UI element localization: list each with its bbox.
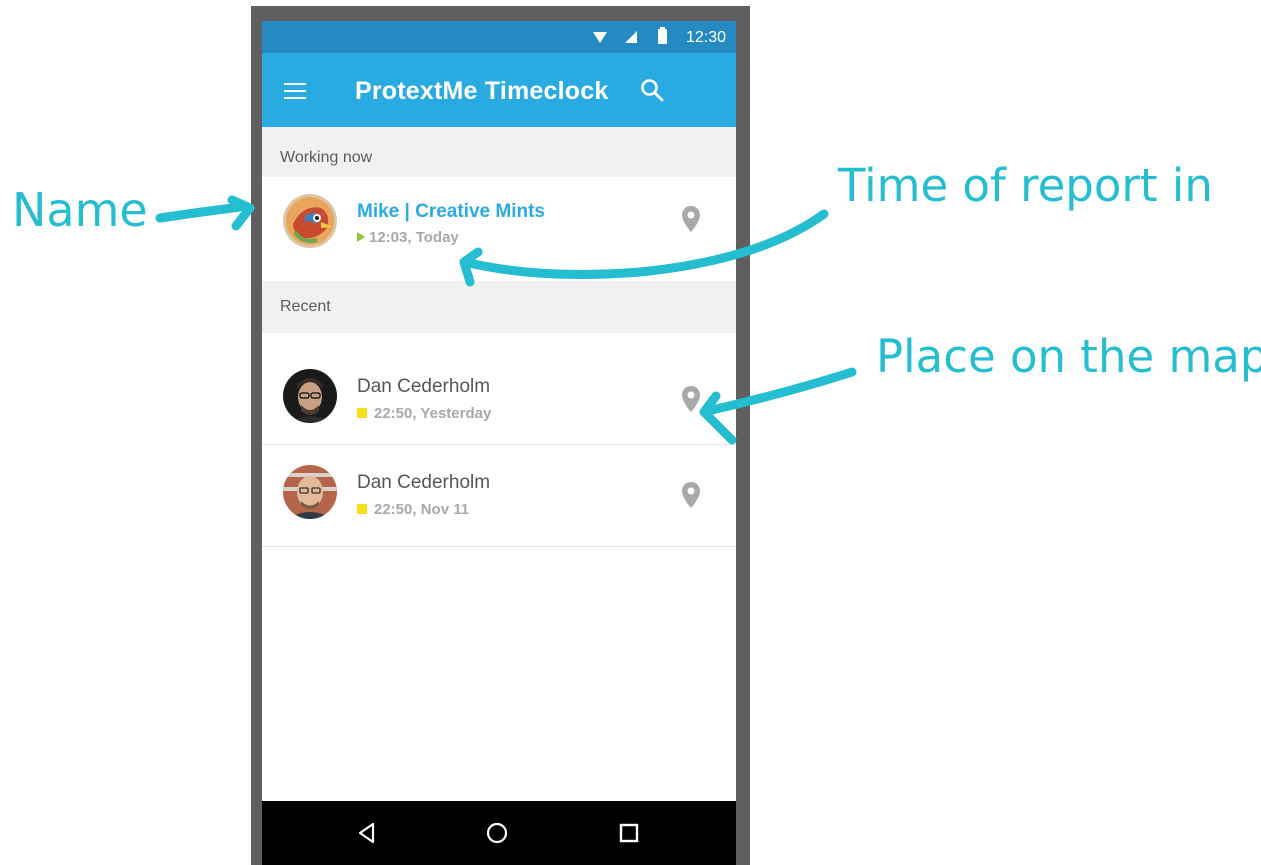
arrow-to-name — [155, 202, 245, 223]
section-title: Working now — [280, 149, 373, 166]
app-title: ProtextMe Timeclock — [355, 77, 609, 105]
list-item[interactable]: Dan Cederholm 22:50, Nov 11 — [262, 445, 736, 547]
search-icon[interactable] — [640, 78, 664, 102]
signal-icon — [625, 31, 637, 43]
list-item[interactable]: Mike | Creative Mints 12:03, Today — [262, 177, 736, 281]
back-icon[interactable] — [355, 821, 379, 845]
employee-name: Dan Cederholm — [357, 376, 491, 397]
recents-icon[interactable] — [617, 821, 641, 845]
annotation-place-on-map: Place on the map — [876, 330, 1261, 383]
phone-screen: 12:30 ProtextMe Timeclock Working now Mi… — [262, 21, 736, 865]
arrow-head-name — [227, 195, 255, 231]
section-header-working-now: Working now — [262, 127, 736, 177]
report-time: 12:03, Today — [369, 229, 459, 246]
avatar — [283, 465, 337, 519]
status-time: 12:30 — [685, 29, 726, 46]
list-item[interactable]: Dan Cederholm 22:50, Yesterday — [262, 333, 736, 445]
map-pin-icon[interactable] — [680, 481, 702, 509]
system-nav-bar — [262, 801, 736, 865]
home-icon[interactable] — [485, 821, 509, 845]
battery-icon — [658, 27, 667, 44]
map-pin-icon[interactable] — [680, 205, 702, 233]
status-bar: 12:30 — [262, 21, 736, 53]
report-time: 22:50, Nov 11 — [374, 501, 470, 518]
report-time: 22:50, Yesterday — [374, 405, 492, 422]
section-header-recent: Recent — [262, 281, 736, 333]
section-title: Recent — [280, 298, 331, 315]
wifi-icon — [593, 32, 607, 43]
avatar — [283, 369, 337, 423]
employee-name: Dan Cederholm — [357, 472, 491, 493]
app-bar: ProtextMe Timeclock — [262, 53, 736, 127]
avatar — [283, 194, 337, 248]
annotation-time-of-report: Time of report in — [838, 159, 1213, 212]
stop-icon — [357, 408, 367, 418]
map-pin-icon[interactable] — [680, 385, 702, 413]
menu-icon[interactable] — [284, 83, 306, 99]
employee-name: Mike | Creative Mints — [357, 201, 545, 222]
stop-icon — [357, 504, 367, 514]
annotation-name: Name — [12, 183, 148, 237]
play-icon — [357, 232, 365, 242]
